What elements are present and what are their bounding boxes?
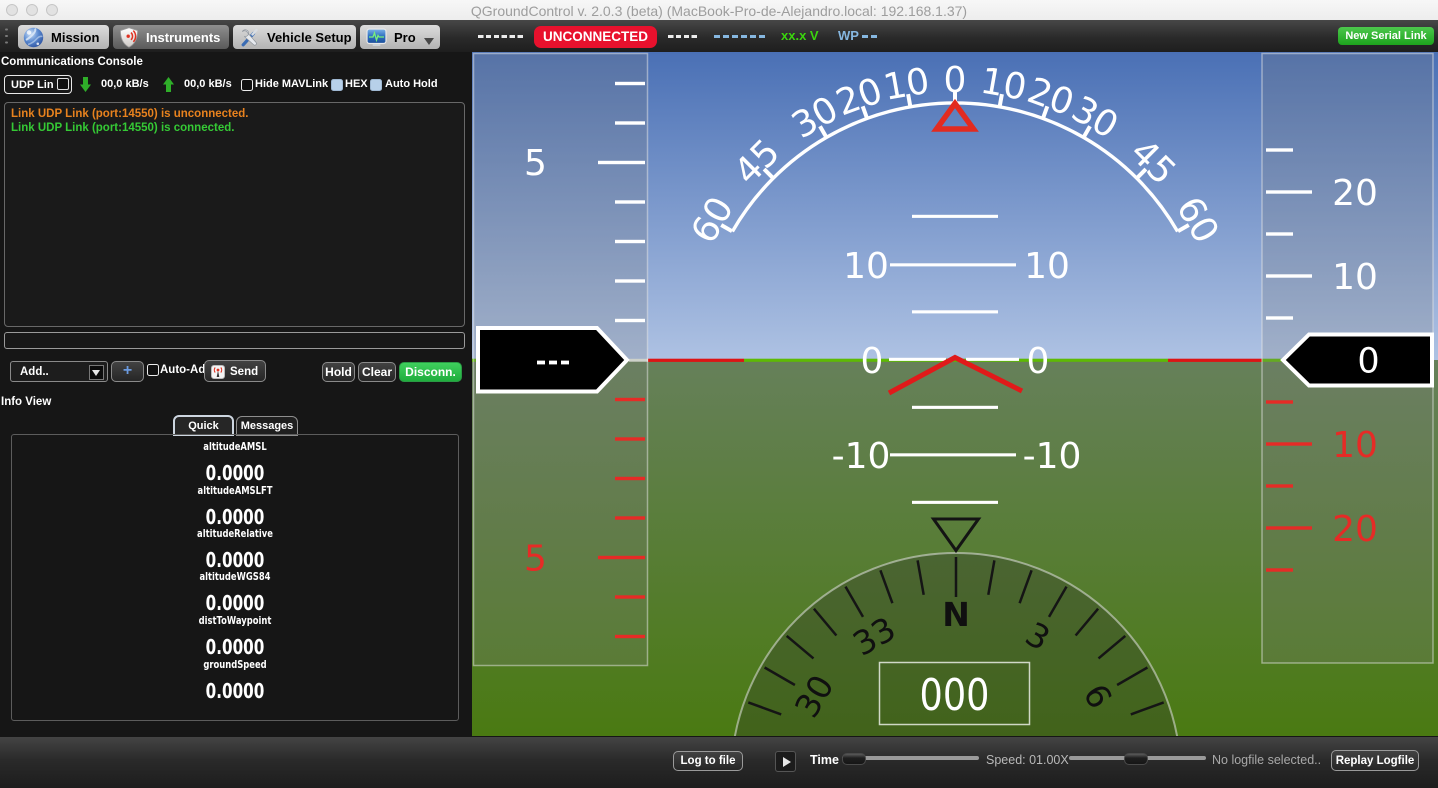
svg-text:5: 5	[524, 143, 547, 184]
svg-text:20: 20	[1332, 173, 1378, 214]
svg-text:0: 0	[1357, 342, 1379, 382]
svg-text:N: N	[942, 595, 970, 634]
svg-text:10: 10	[977, 61, 1029, 109]
svg-text:10: 10	[843, 246, 889, 287]
svg-text:000: 000	[920, 670, 990, 721]
svg-text:10: 10	[1332, 257, 1378, 298]
svg-text:10: 10	[1332, 425, 1378, 466]
svg-text:20: 20	[1332, 509, 1378, 550]
svg-text:0: 0	[861, 341, 884, 382]
svg-text:10: 10	[1024, 246, 1070, 287]
svg-text:-10: -10	[1023, 436, 1082, 477]
svg-text:5: 5	[524, 538, 547, 579]
svg-text:0: 0	[1027, 341, 1050, 382]
svg-text:-10: -10	[832, 436, 891, 477]
svg-text:10: 10	[880, 61, 932, 109]
svg-text:0: 0	[944, 60, 967, 101]
